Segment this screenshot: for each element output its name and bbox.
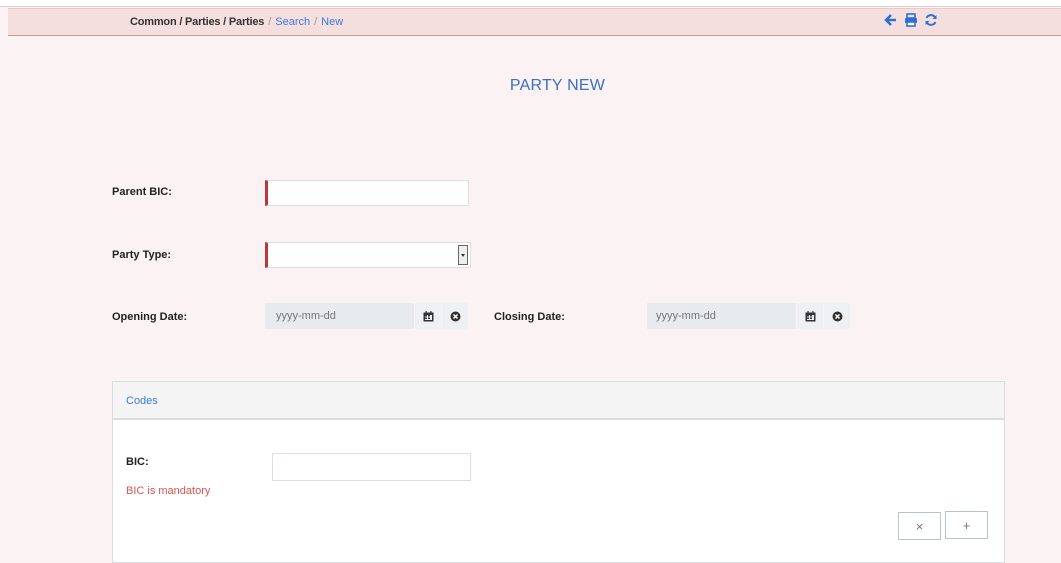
opening-date-clear-button[interactable] bbox=[442, 303, 468, 329]
calendar-icon bbox=[423, 310, 433, 321]
breadcrumb-root: Common / Parties / Parties bbox=[130, 16, 265, 28]
opening-date-input[interactable] bbox=[265, 303, 414, 329]
breadcrumb-new-link[interactable]: New bbox=[321, 16, 343, 28]
breadcrumb-search-link[interactable]: Search bbox=[275, 16, 310, 28]
bic-error-message: BIC is mandatory bbox=[126, 485, 211, 497]
clear-icon bbox=[450, 311, 460, 321]
toolbar-icons bbox=[884, 13, 938, 27]
parent-bic-input[interactable] bbox=[265, 180, 469, 206]
remove-code-button[interactable]: × bbox=[898, 512, 941, 540]
plus-icon: + bbox=[962, 517, 971, 533]
page-title: PARTY NEW bbox=[509, 77, 606, 94]
refresh-icon[interactable] bbox=[924, 13, 938, 27]
breadcrumb-bar: Common / Parties / Parties / Search / New bbox=[8, 8, 1061, 36]
back-arrow-icon[interactable] bbox=[884, 13, 898, 27]
party-type-select[interactable] bbox=[265, 242, 471, 268]
parent-bic-label: Parent BIC: bbox=[112, 186, 172, 198]
closing-date-input[interactable] bbox=[647, 303, 796, 329]
party-type-label: Party Type: bbox=[112, 249, 172, 261]
codes-panel: Codes BIC: BIC is mandatory × + bbox=[112, 381, 1005, 563]
print-icon[interactable] bbox=[904, 13, 918, 27]
window-top-edge bbox=[0, 0, 1061, 7]
bic-input[interactable] bbox=[272, 453, 471, 481]
codes-panel-title[interactable]: Codes bbox=[126, 395, 158, 407]
codes-panel-header[interactable]: Codes bbox=[113, 382, 1004, 420]
bic-label: BIC: bbox=[126, 456, 149, 468]
chevron-down-icon[interactable] bbox=[458, 245, 468, 265]
closing-date-label: Closing Date: bbox=[494, 311, 565, 323]
clear-icon bbox=[832, 311, 842, 321]
closing-date-clear-button[interactable] bbox=[824, 303, 850, 329]
closing-date-calendar-button[interactable] bbox=[797, 303, 823, 329]
opening-date-label: Opening Date: bbox=[112, 311, 188, 323]
breadcrumb-separator: / bbox=[314, 16, 318, 28]
close-icon: × bbox=[915, 518, 924, 534]
breadcrumb: Common / Parties / Parties / Search / New bbox=[130, 16, 343, 28]
opening-date-calendar-button[interactable] bbox=[415, 303, 441, 329]
breadcrumb-separator: / bbox=[268, 16, 272, 28]
add-code-button[interactable]: + bbox=[945, 511, 988, 539]
calendar-icon bbox=[805, 310, 815, 321]
